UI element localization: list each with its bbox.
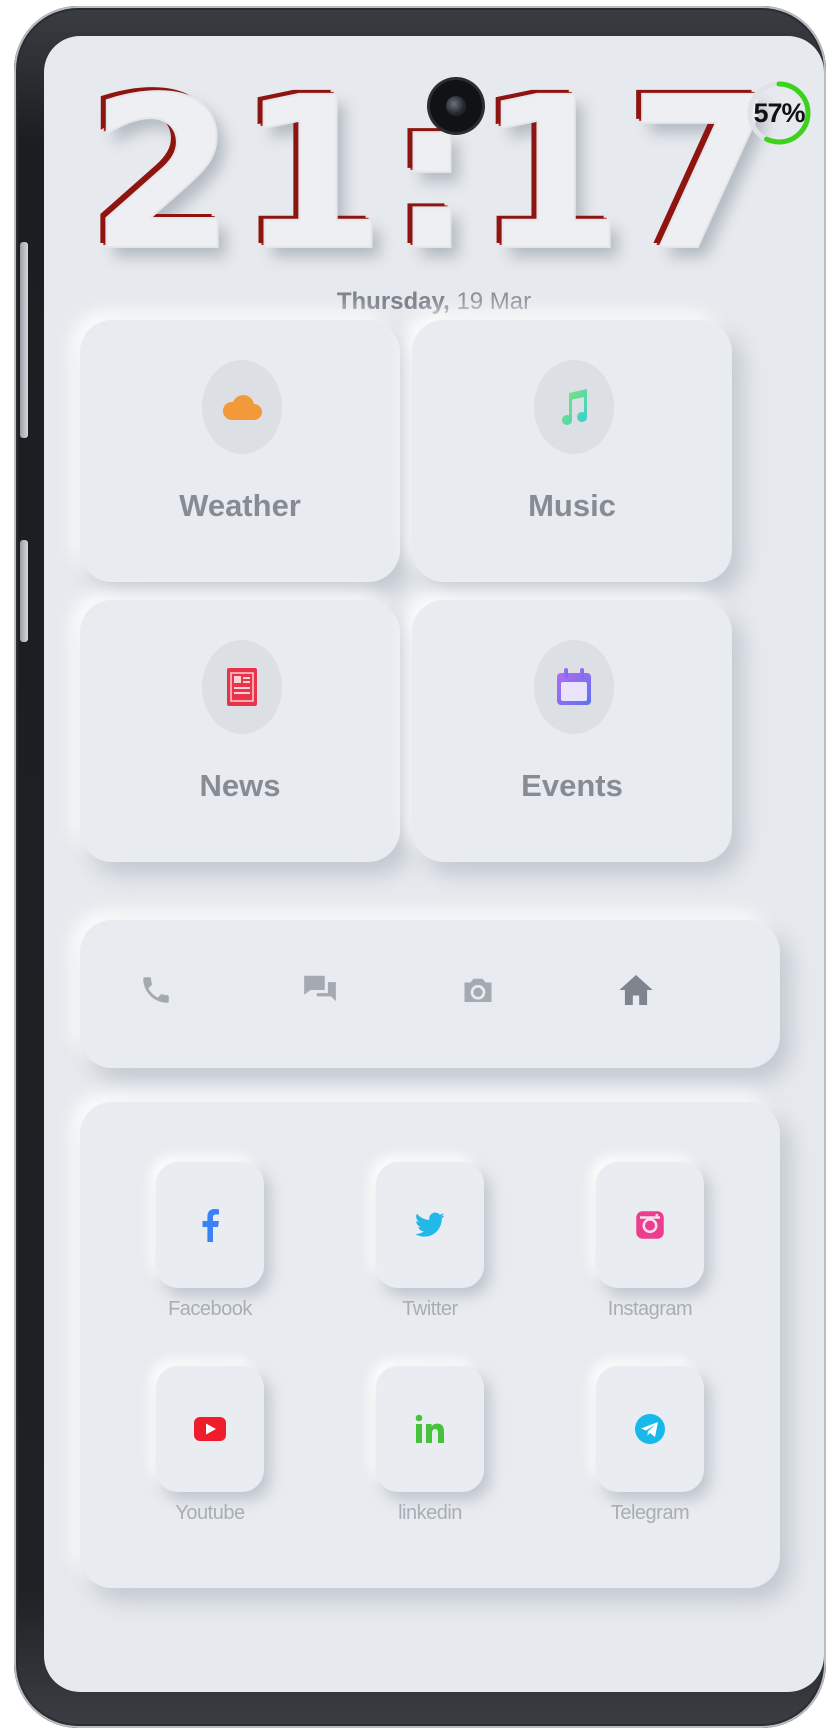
battery-indicator: 57% [746, 80, 812, 146]
phone-frame: 21:17 57% Thursday, 19 Mar Weather Music… [14, 6, 826, 1728]
news-label: News [199, 768, 281, 803]
calendar-icon [557, 668, 591, 705]
instagram-icon [636, 1211, 664, 1239]
weather-icon-bubble [202, 360, 282, 454]
front-camera [430, 80, 482, 132]
date-label: Thursday, 19 Mar [44, 288, 824, 316]
messages-app-button[interactable] [296, 966, 344, 1014]
events-icon-bubble [534, 640, 614, 734]
home-app-button[interactable] [612, 966, 660, 1014]
cloud-icon [222, 395, 262, 420]
facebook-label: Facebook [168, 1298, 252, 1320]
phone-app-button[interactable] [132, 966, 180, 1014]
phone-icon [143, 977, 169, 1003]
linkedin-icon [415, 1414, 444, 1443]
linkedin-label: linkedin [398, 1502, 462, 1524]
telegram-label: Telegram [610, 1502, 690, 1524]
music-note-icon [562, 389, 587, 425]
facebook-app-button[interactable] [156, 1162, 264, 1288]
weather-label: Weather [179, 488, 301, 523]
power-button [20, 540, 28, 642]
camera-icon [464, 978, 492, 1002]
home-icon [619, 974, 653, 1006]
music-icon-bubble [534, 360, 614, 454]
telegram-icon [635, 1414, 665, 1444]
day-month-label: 19 Mar [456, 288, 532, 315]
twitter-label: Twitter [402, 1298, 458, 1320]
weather-tile[interactable]: Weather [80, 320, 400, 582]
volume-button [20, 242, 28, 438]
music-label: Music [528, 488, 616, 523]
linkedin-app-button[interactable] [376, 1366, 484, 1492]
weekday-label: Thursday, [336, 288, 450, 315]
news-icon-bubble [202, 640, 282, 734]
telegram-app-button[interactable] [596, 1366, 704, 1492]
events-tile[interactable]: Events [412, 600, 732, 862]
camera-app-button[interactable] [454, 966, 502, 1014]
app-dock [80, 920, 780, 1068]
home-screen: 21:17 57% Thursday, 19 Mar Weather Music… [44, 36, 824, 1692]
instagram-label: Instagram [607, 1298, 693, 1320]
chat-icon [304, 975, 336, 1002]
instagram-app-button[interactable] [596, 1162, 704, 1288]
news-tile[interactable]: News [80, 600, 400, 862]
youtube-icon [194, 1417, 226, 1441]
music-tile[interactable]: Music [412, 320, 732, 582]
social-apps-panel: Facebook Twitter Instagram Youtube linke… [80, 1102, 780, 1588]
events-label: Events [521, 768, 623, 803]
twitter-icon [415, 1212, 445, 1237]
newspaper-icon [227, 668, 257, 706]
facebook-icon [202, 1209, 219, 1242]
youtube-app-button[interactable] [156, 1366, 264, 1492]
battery-percent-label: 57% [753, 97, 805, 128]
twitter-app-button[interactable] [376, 1162, 484, 1288]
youtube-label: Youtube [175, 1502, 245, 1524]
